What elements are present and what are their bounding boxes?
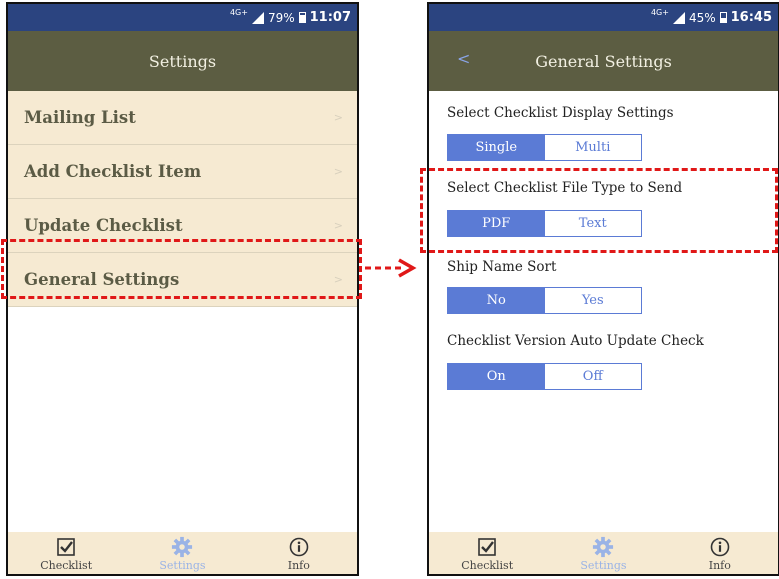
status-bar: 4G+ 45% 16:45 xyxy=(429,4,778,31)
checkbox-icon xyxy=(477,536,497,558)
tab-info[interactable]: Info xyxy=(662,532,778,574)
signal-icon xyxy=(251,11,264,24)
tab-settings[interactable]: Settings xyxy=(124,532,240,574)
general-settings-screen: 4G+ 45% 16:45 < General Settings Select … xyxy=(427,2,779,576)
menu-item-label: Update Checklist xyxy=(24,216,183,235)
menu-item-label: Mailing List xyxy=(24,108,136,127)
battery-icon xyxy=(298,12,306,23)
tab-label: Settings xyxy=(159,559,206,572)
battery-percent: 45% xyxy=(688,10,716,25)
clock: 11:07 xyxy=(309,10,351,25)
ship-name-sort-toggle: No Yes xyxy=(447,287,642,314)
tab-label: Info xyxy=(708,559,731,572)
display-settings-toggle: Single Multi xyxy=(447,134,642,161)
nav-bar: < General Settings xyxy=(429,31,778,91)
battery-fill xyxy=(720,17,726,22)
network-type: 4G+ xyxy=(650,8,669,17)
battery-percent: 79% xyxy=(267,10,295,25)
page-title: General Settings xyxy=(535,51,672,71)
battery-icon xyxy=(719,12,727,23)
tab-label: Settings xyxy=(580,559,627,572)
arrow-right-icon xyxy=(365,258,417,278)
highlight-box-general-settings xyxy=(1,239,362,299)
auto-update-toggle: On Off xyxy=(447,363,642,390)
option-on[interactable]: On xyxy=(448,364,545,389)
option-yes[interactable]: Yes xyxy=(544,288,641,313)
info-icon xyxy=(289,536,309,558)
gear-icon xyxy=(592,536,614,558)
option-no[interactable]: No xyxy=(448,288,545,313)
tab-info[interactable]: Info xyxy=(241,532,357,574)
tab-label: Info xyxy=(287,559,310,572)
nav-bar: Settings xyxy=(8,31,357,91)
battery-fill xyxy=(299,14,305,22)
chevron-right-icon: > xyxy=(333,165,343,178)
clock: 16:45 xyxy=(730,10,772,25)
status-bar: 4G+ 79% 11:07 xyxy=(8,4,357,31)
auto-update-label: Checklist Version Auto Update Check xyxy=(447,333,704,349)
highlight-box-file-type xyxy=(420,168,778,253)
chevron-right-icon: > xyxy=(333,219,343,232)
back-button[interactable]: < xyxy=(457,49,470,68)
tab-label: Checklist xyxy=(461,559,514,572)
gear-icon xyxy=(171,536,193,558)
menu-item-add-checklist-item[interactable]: Add Checklist Item > xyxy=(8,145,357,199)
tab-checklist[interactable]: Checklist xyxy=(8,532,124,574)
chevron-right-icon: > xyxy=(333,111,343,124)
menu-item-mailing-list[interactable]: Mailing List > xyxy=(8,91,357,145)
network-type: 4G+ xyxy=(229,8,248,17)
option-single[interactable]: Single xyxy=(448,135,545,160)
menu-item-label: Add Checklist Item xyxy=(24,162,202,181)
tab-settings[interactable]: Settings xyxy=(545,532,661,574)
option-multi[interactable]: Multi xyxy=(544,135,641,160)
tab-checklist[interactable]: Checklist xyxy=(429,532,545,574)
info-icon xyxy=(710,536,730,558)
tab-label: Checklist xyxy=(40,559,93,572)
tab-bar: Checklist Settings Info xyxy=(8,532,357,574)
checkbox-icon xyxy=(56,536,76,558)
display-settings-label: Select Checklist Display Settings xyxy=(447,105,674,121)
page-title: Settings xyxy=(148,51,217,71)
tab-bar: Checklist Settings Info xyxy=(429,532,778,574)
ship-name-sort-label: Ship Name Sort xyxy=(447,259,557,275)
signal-icon xyxy=(672,11,685,24)
option-off[interactable]: Off xyxy=(544,364,641,389)
